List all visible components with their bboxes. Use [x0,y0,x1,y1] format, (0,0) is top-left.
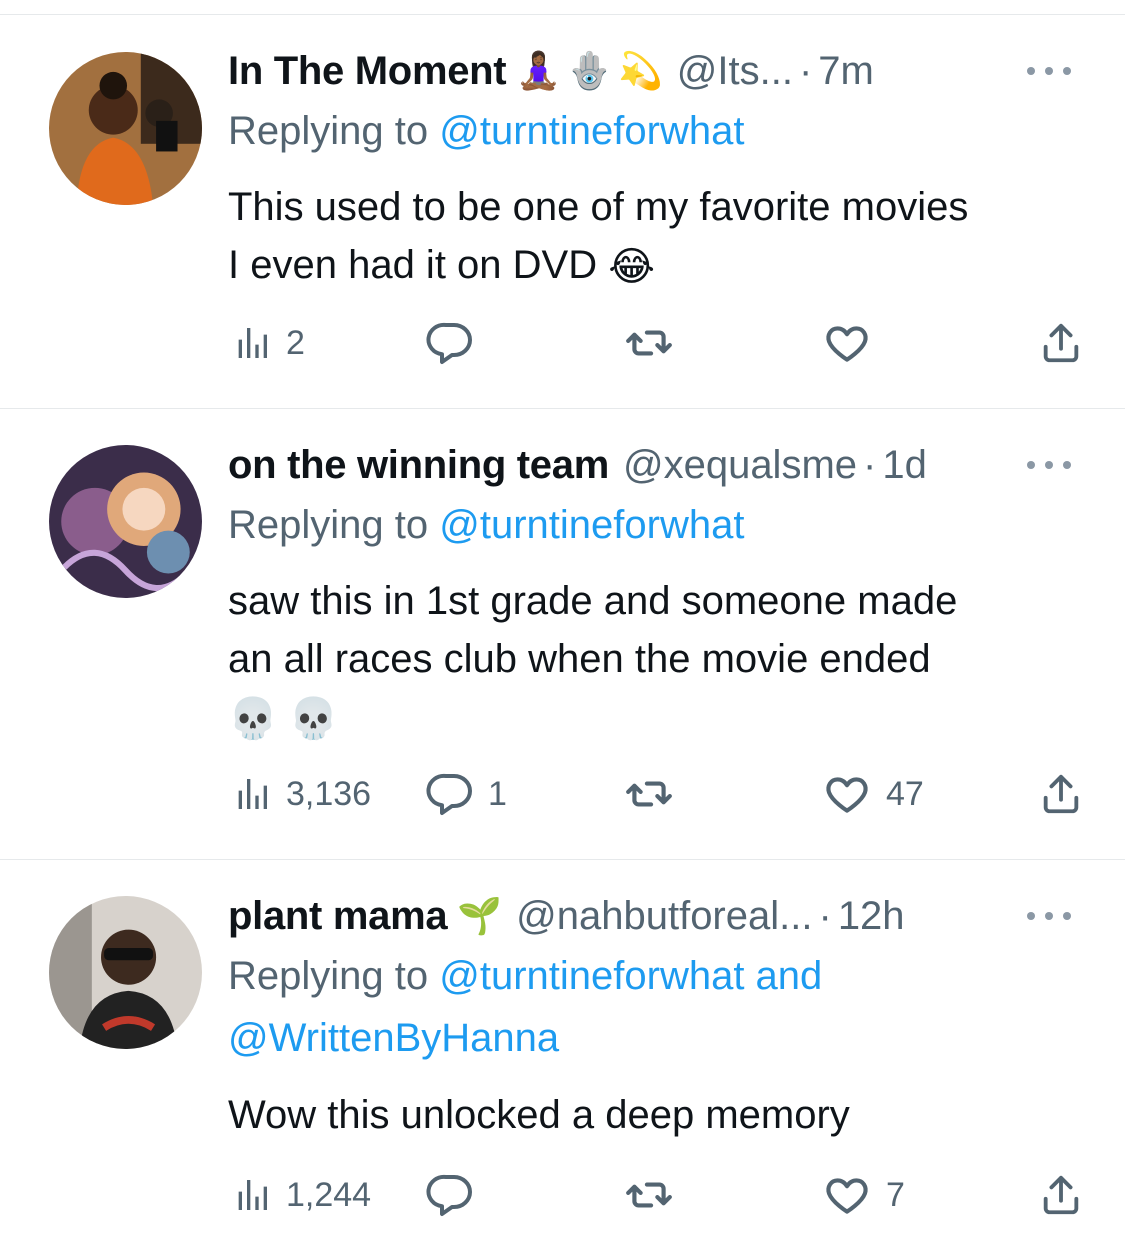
share-button[interactable] [1038,769,1084,819]
reply-button[interactable]: 1 [426,769,507,819]
views-count: 2 [286,323,305,362]
replying-prefix: Replying to [228,503,440,547]
avatar-photo [49,52,202,205]
retweet-button[interactable] [624,318,688,368]
tweet-text-line: This used to be one of my favorite movie… [228,185,969,229]
replying-to-link[interactable]: @turntineforwhat and [439,954,822,998]
like-button[interactable]: 7 [822,1170,905,1220]
replying-to-link-2[interactable]: @WrittenByHanna [228,1007,822,1069]
action-bar: 3,136 1 47 [228,769,1098,819]
action-bar: 2 [228,318,1098,368]
bar-chart-icon [238,779,267,809]
tweet-text-line: saw this in 1st grade and someone made [228,579,958,623]
display-name[interactable]: on the winning team [228,443,609,488]
replying-to: Replying to @turntineforwhat [228,100,744,162]
tweet-text-line: an all races club when the movie ended [228,637,931,681]
share-button[interactable] [1038,318,1084,368]
views-button[interactable]: 3,136 [232,769,371,819]
separator-dot: · [798,48,813,93]
retweet-icon [626,330,672,356]
dizzy-star-emoji-icon: 💫 [617,50,663,91]
replying-prefix: Replying to [228,109,440,153]
name-emoji-badges: 🧘🏾‍♀️ 🪬 💫 [516,50,662,92]
replying-to-link[interactable]: @turntineforwhat [439,503,744,547]
views-count: 1,244 [286,1175,372,1214]
share-icon [1043,774,1079,814]
views-count: 3,136 [286,774,372,813]
bar-chart-icon [238,328,267,358]
tweet-text-line-content: I even had it on DVD [228,243,609,287]
tweet-text-line: I even had it on DVD 😂 [228,236,1088,296]
reply-count: 1 [488,774,507,813]
display-name[interactable]: In The Moment [228,49,507,94]
heart-icon [826,1178,868,1214]
retweet-button[interactable] [624,769,688,819]
user-handle[interactable]: @xequalsme [623,443,857,488]
speech-bubble-icon [426,1174,472,1216]
avatar[interactable] [49,52,202,205]
tweet-text: This used to be one of my favorite movie… [228,178,1088,296]
like-button[interactable] [822,318,886,368]
display-name[interactable]: plant mama [228,894,448,939]
tweet-header: In The Moment 🧘🏾‍♀️ 🪬 💫 @Its... · 7m [228,46,874,96]
speech-bubble-icon [426,773,472,815]
avatar[interactable] [49,896,202,1049]
like-count: 7 [886,1175,905,1214]
skull-emoji-icon: 💀 💀 [228,697,339,742]
tweet-2[interactable]: on the winning team @xequalsme · 1d Repl… [0,409,1125,859]
timestamp[interactable]: 12h [838,894,905,939]
retweet-button[interactable] [624,1170,688,1220]
share-button[interactable] [1038,1170,1084,1220]
replying-to: Replying to @turntineforwhat [228,494,744,556]
timestamp[interactable]: 1d [882,443,927,488]
replying-to: Replying to @turntineforwhat and @Writte… [228,945,822,1069]
tweet-header: on the winning team @xequalsme · 1d [228,440,927,490]
tweet-3[interactable]: plant mama 🌱 @nahbutforeal... · 12h Repl… [0,860,1125,1235]
name-emoji-badges: 🌱 [457,895,502,937]
tweet-text: Wow this unlocked a deep memory [228,1086,1088,1144]
tweet-header: plant mama 🌱 @nahbutforeal... · 12h [228,891,905,941]
user-handle[interactable]: @Its... [677,49,793,94]
tweet-text-line: Wow this unlocked a deep memory [228,1093,850,1137]
views-button[interactable]: 1,244 [232,1170,371,1220]
avatar-photo [49,445,202,598]
timestamp[interactable]: 7m [818,49,874,94]
meditation-emoji-icon: 🧘🏾‍♀️ [516,50,562,91]
laughing-tears-emoji-icon: 😂 [608,245,655,290]
tweet-text-line: 💀 💀 [228,688,1088,748]
reply-button[interactable] [426,318,488,368]
seedling-emoji-icon: 🌱 [457,895,503,936]
share-icon [1043,323,1079,363]
views-button[interactable]: 2 [232,318,305,368]
like-count: 47 [886,774,924,813]
tweet-1[interactable]: In The Moment 🧘🏾‍♀️ 🪬 💫 @Its... · 7m Rep… [0,0,1125,408]
action-bar: 1,244 7 [228,1170,1098,1220]
hamsa-emoji-icon: 🪬 [567,50,612,91]
more-options-icon[interactable] [1027,450,1071,480]
avatar[interactable] [49,445,202,598]
heart-icon [826,326,868,362]
replying-to-link[interactable]: @turntineforwhat [439,109,744,153]
speech-bubble-icon [426,322,472,364]
user-handle[interactable]: @nahbutforeal... [516,894,812,939]
retweet-icon [626,781,672,807]
retweet-icon [626,1182,672,1208]
share-icon [1043,1175,1079,1215]
replying-prefix: Replying to [228,954,440,998]
heart-icon [826,777,868,813]
reply-button[interactable] [426,1170,488,1220]
separator-dot: · [818,893,832,938]
avatar-photo [49,896,202,1049]
more-options-icon[interactable] [1027,56,1071,86]
separator-dot: · [863,442,877,487]
like-button[interactable]: 47 [822,769,924,819]
tweet-text: saw this in 1st grade and someone made a… [228,572,1088,748]
bar-chart-icon [238,1180,267,1210]
more-options-icon[interactable] [1027,901,1071,931]
